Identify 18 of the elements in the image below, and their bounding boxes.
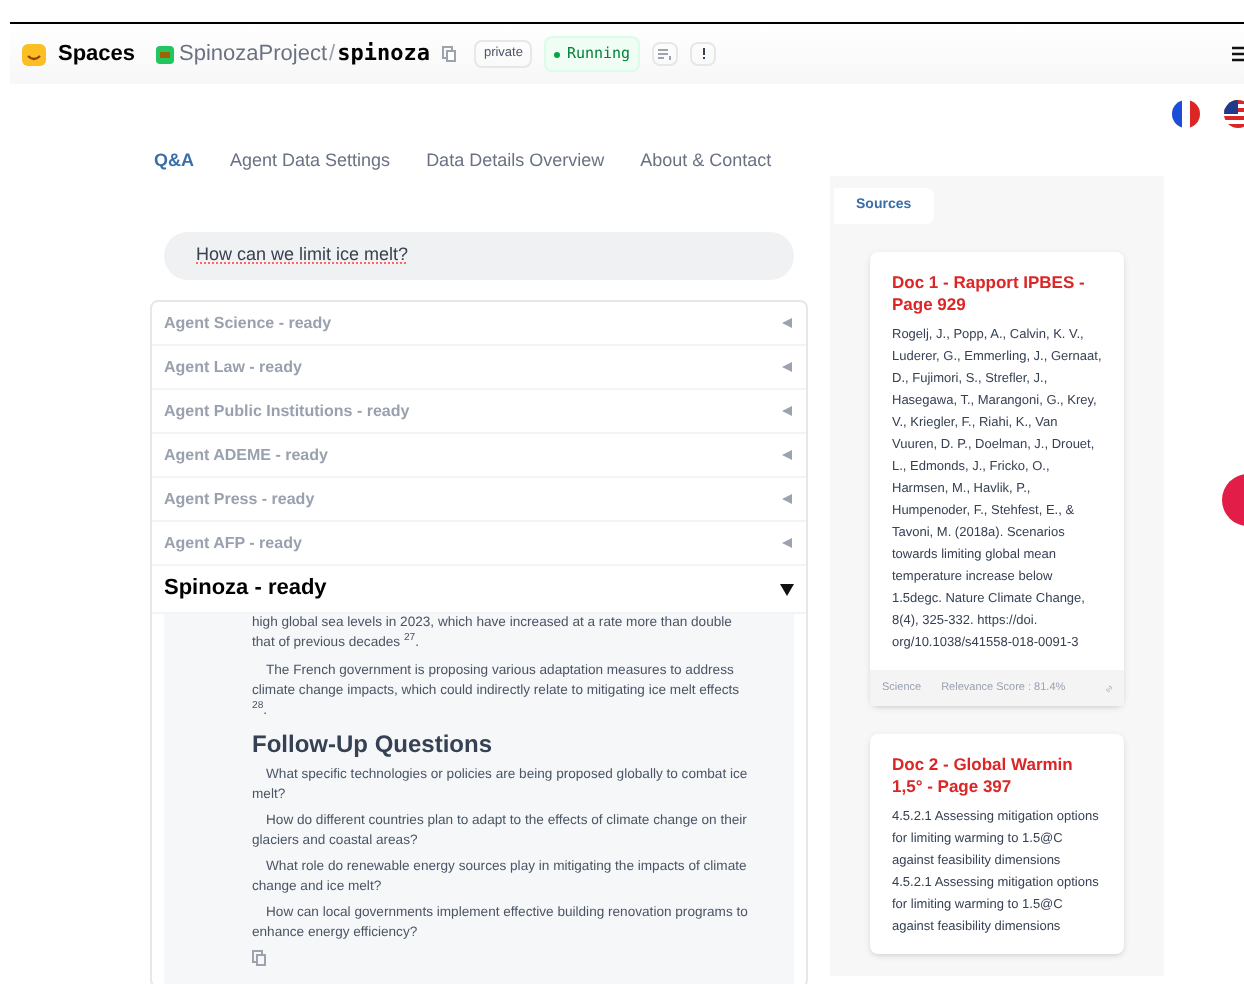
agent-accordion-header[interactable]: Agent Law - ready (152, 346, 806, 390)
tab[interactable]: Q&A (154, 148, 194, 176)
tab[interactable]: Agent Data Settings (230, 148, 391, 176)
agent-accordion-header[interactable]: Agent Press - ready (152, 478, 806, 522)
agent-accordion-header[interactable]: Agent Science - ready (152, 302, 806, 346)
agent-accordion-header[interactable]: Agent AFP - ready (152, 522, 806, 566)
brand-name[interactable]: Spaces (58, 37, 136, 71)
tab[interactable]: Data Details Overview (426, 148, 605, 176)
source-title[interactable]: Doc 2 - Global Warmin 1,5° - Page 397 (892, 754, 1102, 799)
agent-accordion-header[interactable]: Agent ADEME - ready (152, 434, 806, 478)
owner-link[interactable]: SpinozaProject (179, 37, 328, 71)
question-field[interactable]: How can we limit ice melt? (164, 232, 794, 280)
follow-up-heading: Follow-Up Questions (252, 730, 494, 760)
tab[interactable]: About & Contact (640, 148, 772, 176)
agent-accordion-header[interactable]: Agent Public Institutions - ready (152, 390, 806, 434)
path-separator: / (329, 39, 336, 70)
source-title[interactable]: Doc 1 - Rapport IPBES - Page 929 (892, 272, 1102, 317)
repo-name[interactable]: spinoza (337, 37, 430, 71)
